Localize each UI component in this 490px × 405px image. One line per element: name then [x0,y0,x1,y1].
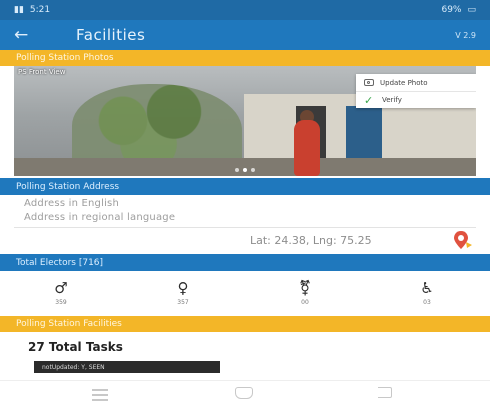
elector-stats: ♂ 359 ♀ 357 ⚧ 00 ♿ 03 [0,272,490,312]
page-title: Facilities [76,26,146,44]
stat-male: ♂ 359 [0,272,122,312]
checkmark-icon: ✓ [364,93,374,107]
lat-lng-readout: Lat: 24.38, Lng: 75.25 [250,234,372,247]
address-english: Address in English [24,198,120,209]
stat-third-gender: ⚧ 00 [244,272,366,312]
stat-count: 357 [177,298,189,306]
female-icon: ♀ [177,278,189,297]
status-time: 5:21 [29,5,51,15]
wheelchair-icon: ♿ [420,278,434,297]
location-pin-icon[interactable] [452,230,474,250]
polling-station-photo[interactable]: PS Front View Update Photo ✓ Verify [14,66,476,176]
section-header-facilities: Polling Station Facilities [0,316,490,332]
pager-dot[interactable] [235,168,239,172]
signal-icon: ▮▮ [14,5,24,15]
section-header-photos: Polling Station Photos [0,50,490,66]
address-regional: Address in regional language [24,212,176,223]
phone-screen: ▮▮ 5:21 69% ▭ ← Facilities V 2.9 Polling… [0,0,490,405]
photo-door [346,106,382,164]
app-bar: ← Facilities V 2.9 [0,20,490,50]
status-bar: ▮▮ 5:21 69% ▭ [0,0,490,20]
photo-person [294,120,320,176]
arrow-left-icon[interactable]: ← [14,25,42,45]
update-photo-label: Update Photo [380,78,428,87]
battery-icon: ▭ [467,5,476,15]
update-photo-button[interactable]: Update Photo [356,74,476,91]
stat-count: 03 [423,298,431,306]
camera-icon [364,79,374,86]
recent-apps-icon[interactable] [92,389,108,404]
pager-dot[interactable] [243,168,247,172]
total-tasks-label: 27 Total Tasks [28,340,123,354]
pager-dot[interactable] [251,168,255,172]
male-icon: ♂ [54,278,68,297]
section-header-address: Polling Station Address [0,178,490,195]
stat-count: 359 [55,298,67,306]
photo-pager [235,168,255,172]
section-header-electors: Total Electors [716] [0,254,490,271]
battery-level: 69% [441,5,462,15]
system-nav-bar [0,380,490,405]
stat-female: ♀ 357 [122,272,244,312]
stat-pwd: ♿ 03 [366,272,488,312]
app-version: V 2.9 [455,30,476,40]
divider [14,227,476,228]
photo-action-menu: Update Photo ✓ Verify [356,74,476,108]
back-icon[interactable] [378,387,392,398]
third-gender-icon: ⚧ [298,278,312,297]
stat-count: 00 [301,298,309,306]
verify-label: Verify [382,96,402,104]
photo-ground [14,158,476,176]
home-icon[interactable] [235,387,253,399]
verify-button[interactable]: ✓ Verify [356,91,476,108]
task-status-tag[interactable]: notUpdated: Y, SEEN [34,361,220,373]
photo-caption: PS Front View [18,68,66,76]
